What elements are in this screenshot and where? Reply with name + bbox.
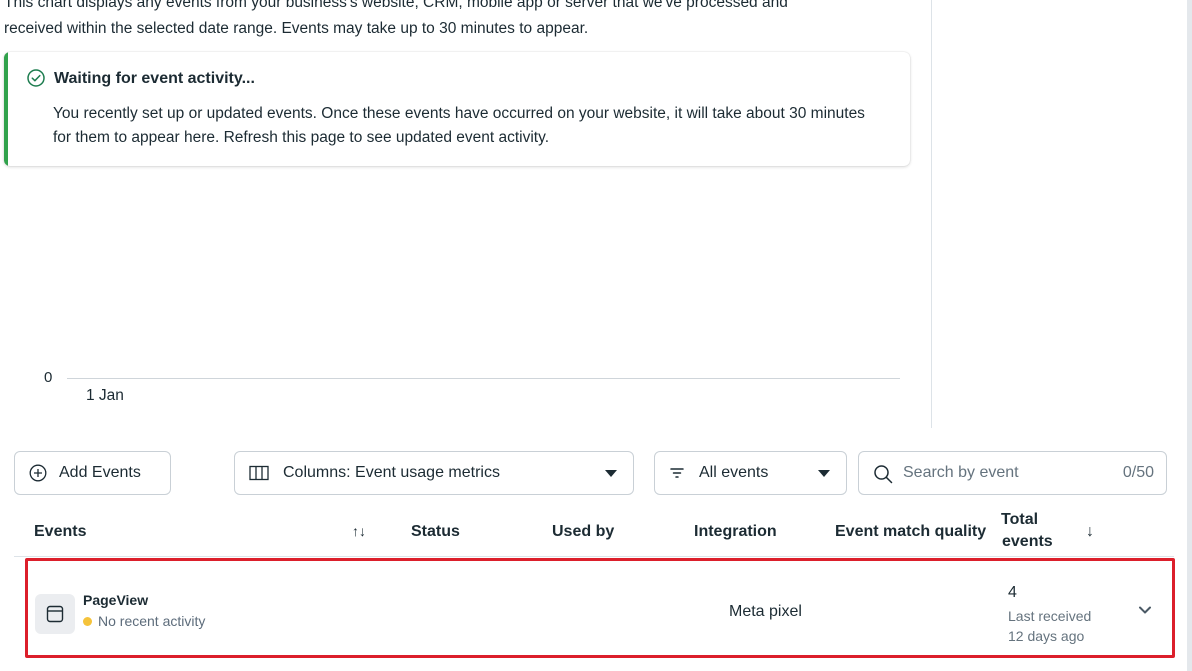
y-tick-label: 0: [44, 369, 53, 386]
header-integration[interactable]: Integration: [694, 523, 777, 541]
filter-icon: [670, 468, 684, 478]
notice-accent-bar: [4, 52, 8, 166]
event-filter-dropdown[interactable]: All events: [654, 451, 847, 495]
sort-descending-icon[interactable]: ↓: [1086, 523, 1094, 541]
event-last-received: Last received 12 days ago: [1008, 606, 1091, 646]
waiting-notice: Waiting for event activity... You recent…: [4, 52, 910, 166]
header-events[interactable]: Events: [34, 523, 86, 541]
notice-body: You recently set up or updated events. O…: [53, 105, 865, 146]
sort-icon[interactable]: ↑↓: [352, 523, 366, 539]
description-line-1: This chart displays any events from your…: [4, 0, 788, 11]
last-received-label: Last received: [1008, 608, 1092, 624]
search-input[interactable]: [903, 462, 1083, 484]
scrollbar[interactable]: [1187, 0, 1192, 671]
event-activity-chart: 0 1 Jan: [0, 360, 920, 420]
plus-circle-icon: [29, 464, 47, 482]
add-events-button[interactable]: Add Events: [14, 451, 171, 495]
status-dot-icon: [83, 616, 92, 626]
event-name[interactable]: PageView: [83, 592, 148, 608]
header-total-line-1: Total: [1001, 511, 1039, 528]
add-events-label: Add Events: [59, 464, 141, 481]
search-icon: [874, 465, 893, 484]
description-line-2: received within the selected date range.…: [4, 20, 589, 37]
columns-icon: [249, 465, 269, 481]
events-table-header: Events ↑↓ Status Used by Integration Eve…: [14, 505, 1174, 557]
panel-divider: [931, 0, 932, 428]
x-tick-label: 1 Jan: [86, 387, 124, 404]
event-status-text: No recent activity: [98, 613, 206, 629]
columns-dropdown[interactable]: Columns: Event usage metrics: [234, 451, 634, 495]
caret-down-icon: [818, 470, 830, 477]
caret-down-icon: [605, 470, 617, 477]
browser-window-icon: [46, 605, 64, 623]
filter-label: All events: [699, 464, 769, 481]
event-integration: Meta pixel: [729, 603, 802, 620]
event-icon-container: [35, 594, 75, 634]
event-total: 4: [1008, 584, 1017, 601]
header-event-match-quality[interactable]: Event match quality: [835, 523, 986, 541]
chart-description: This chart displays any events from your…: [4, 0, 924, 42]
event-status: No recent activity: [83, 613, 205, 629]
chevron-down-icon[interactable]: [1138, 605, 1152, 615]
columns-label: Columns: Event usage metrics: [283, 464, 500, 481]
check-circle-icon: [27, 69, 45, 87]
table-row[interactable]: PageView No recent activity Meta pixel 4…: [25, 558, 1175, 658]
header-total-events[interactable]: Total events: [1001, 509, 1053, 553]
notice-title: Waiting for event activity...: [54, 70, 255, 87]
chart-baseline: [67, 378, 900, 379]
event-search[interactable]: 0/50: [858, 451, 1167, 495]
header-total-line-2: events: [1002, 533, 1053, 550]
header-used-by[interactable]: Used by: [552, 523, 614, 541]
header-status[interactable]: Status: [411, 523, 460, 541]
last-received-value: 12 days ago: [1008, 628, 1085, 644]
search-count: 0/50: [1122, 464, 1154, 481]
